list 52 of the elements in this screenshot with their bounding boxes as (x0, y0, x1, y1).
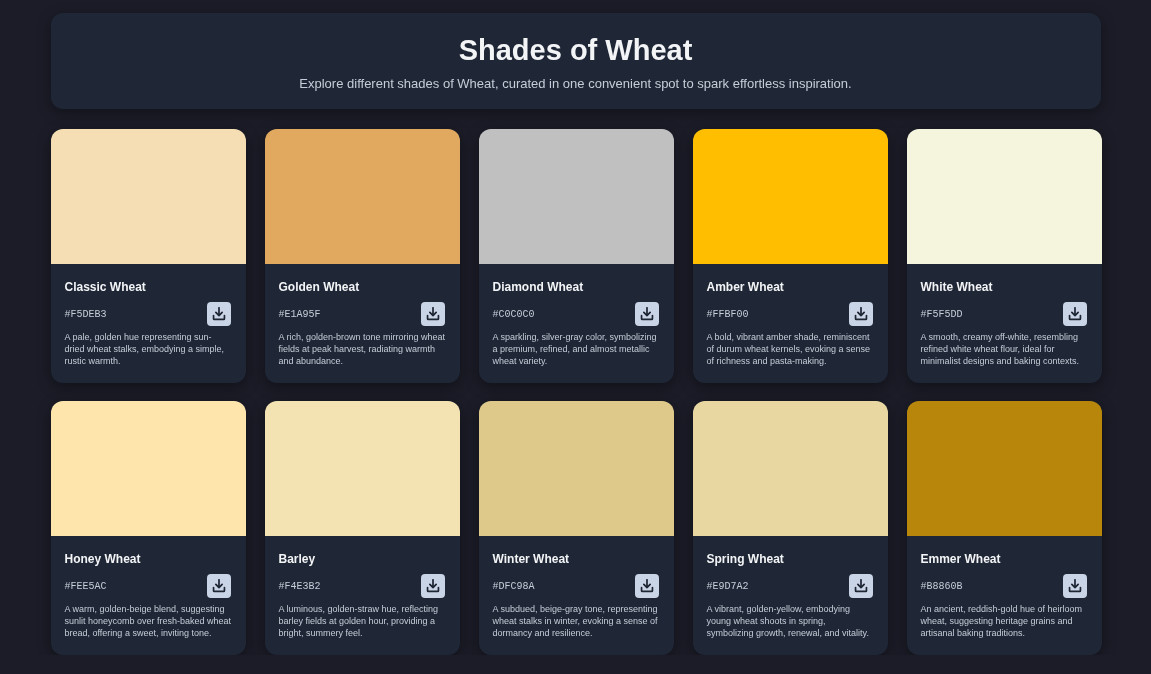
download-button[interactable] (206, 574, 231, 598)
shade-name: Emmer Wheat (920, 552, 1002, 567)
download-icon (639, 579, 654, 593)
hex-code: #E1A95F (278, 308, 321, 320)
shade-name: Diamond Wheat (492, 280, 585, 295)
shade-description: A luminous, golden-straw hue, reflecting barley fields at golden hour, providing a bright, summery feel. (278, 603, 440, 639)
download-button[interactable] (634, 574, 659, 598)
shade-description: A warm, golden-beige blend, suggesting sunlit honeycomb over fresh-baked wheat bread, offering a sweet, inviting tone. (64, 603, 232, 639)
download-button[interactable] (420, 574, 445, 598)
hex-code: #F5F5DD (920, 308, 963, 320)
shade-description: A vibrant, golden-yellow, embodying young wheat shoots in spring, symbolizing growth, renewal, and vitality. (706, 603, 870, 639)
hex-code: #B8860B (920, 580, 963, 592)
download-button[interactable] (848, 574, 873, 598)
hex-code: #DFC98A (492, 580, 535, 592)
download-icon (853, 579, 868, 593)
page-title: Shades of Wheat (458, 33, 693, 67)
download-button[interactable] (420, 302, 445, 326)
shade-description: An ancient, reddish-gold hue of heirloom wheat, suggesting heritage grains and artisanal baking traditions. (920, 603, 1084, 639)
download-icon (1067, 579, 1082, 593)
shade-name: Barley (278, 552, 317, 567)
shade-name: White Wheat (920, 280, 994, 295)
hex-code: #FEE5AC (64, 580, 107, 592)
shade-name: Honey Wheat (64, 552, 142, 567)
download-icon (211, 579, 226, 593)
shade-description: A bold, vibrant amber shade, reminiscent of durum wheat kernels, evoking a sense of richness and pasta-making. (706, 331, 872, 367)
download-icon (211, 307, 226, 321)
shade-description: A smooth, creamy off-white, resembling refined white wheat flour, ideal for minimalist designs and baking contexts. (920, 331, 1081, 367)
download-button[interactable] (1062, 574, 1087, 598)
download-button[interactable] (1062, 302, 1087, 326)
download-icon (1067, 307, 1082, 321)
page-subtitle: Explore different shades of Wheat, curated in one convenient spot to spark effortless inspiration. (299, 76, 852, 92)
download-button[interactable] (848, 302, 873, 326)
shade-name: Golden Wheat (278, 280, 361, 295)
shade-name: Spring Wheat (706, 552, 785, 567)
hex-code: #F4E3B2 (278, 580, 321, 592)
shade-name: Winter Wheat (492, 552, 571, 567)
download-button[interactable] (206, 302, 231, 326)
shade-name: Amber Wheat (706, 280, 785, 295)
shade-name: Classic Wheat (64, 280, 147, 295)
hex-code: #C0C0C0 (492, 308, 535, 320)
shade-description: A pale, golden hue representing sun-dried wheat stalks, embodying a simple, rustic warmth. (64, 331, 226, 367)
shade-description: A sparkling, silver-gray color, symbolizing a premium, refined, and almost metallic wheat variety. (492, 331, 658, 367)
download-icon (425, 579, 440, 593)
download-icon (425, 307, 440, 321)
download-icon (639, 307, 654, 321)
download-button[interactable] (634, 302, 659, 326)
download-icon (853, 307, 868, 321)
shade-description: A subdued, beige-gray tone, representing wheat stalks in winter, evoking a sense of dormancy and resilience. (492, 603, 659, 639)
shade-description: A rich, golden-brown tone mirroring wheat fields at peak harvest, radiating warmth and abundance. (278, 331, 446, 367)
hex-code: #FFBF00 (706, 308, 749, 320)
hex-code: #E9D7A2 (706, 580, 749, 592)
hex-code: #F5DEB3 (64, 308, 107, 320)
